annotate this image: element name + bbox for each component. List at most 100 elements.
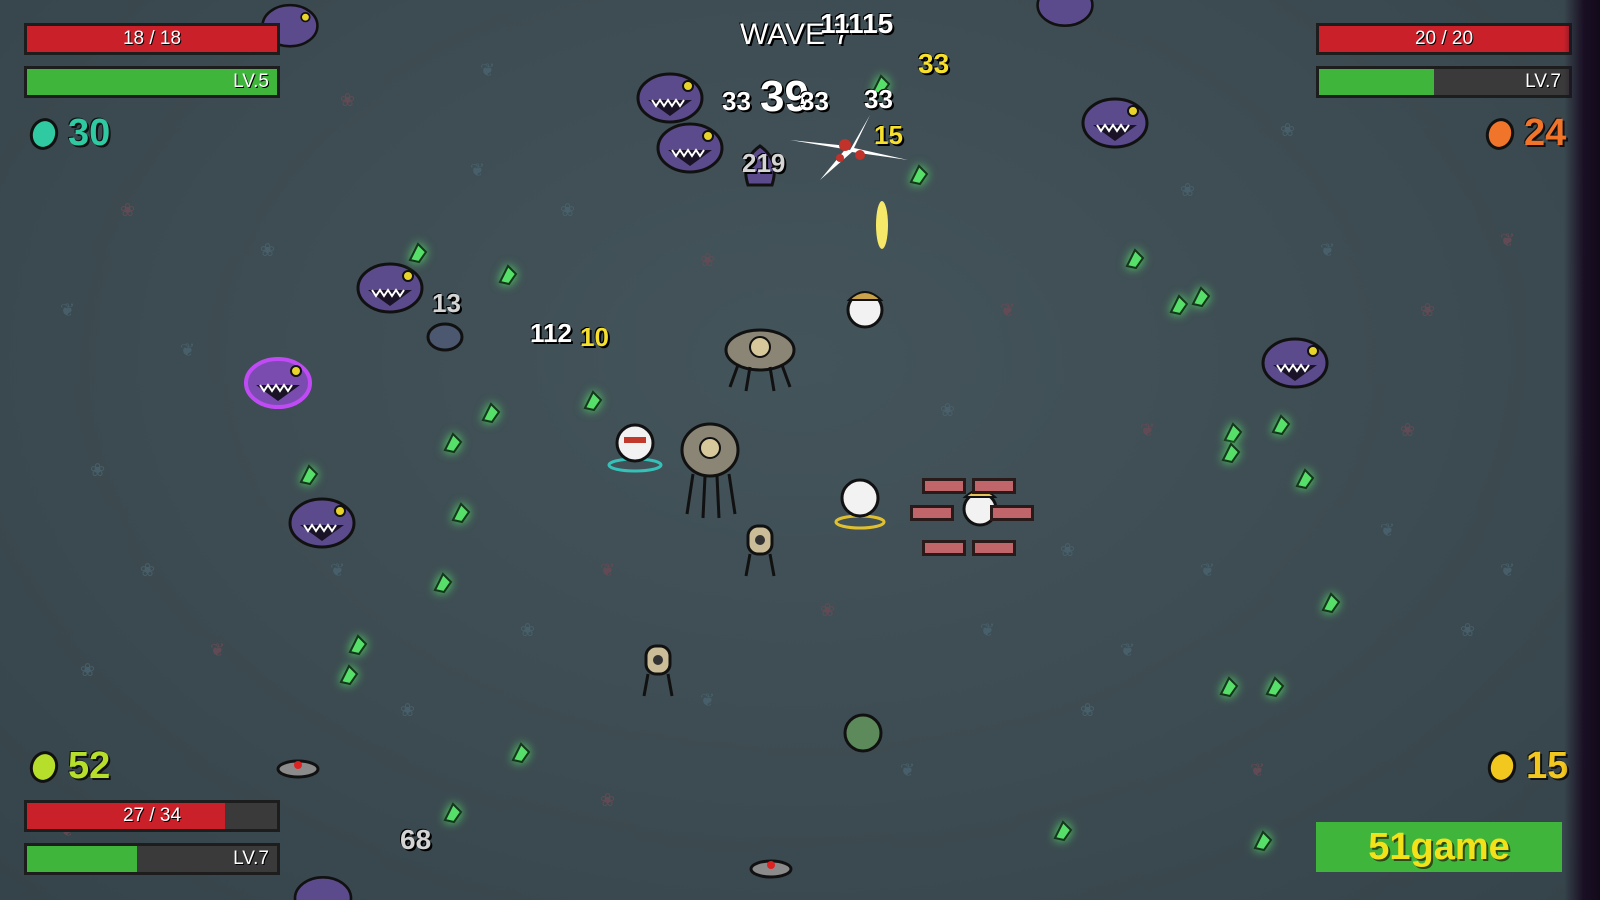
seaweed-decoration: ❀ bbox=[1060, 540, 1076, 561]
seaweed-decoration: ❀ bbox=[340, 90, 356, 111]
material-drop bbox=[1265, 676, 1285, 698]
seaweed-decoration: ❀ bbox=[140, 560, 156, 581]
seaweed-decoration: ❀ bbox=[80, 660, 96, 681]
player1-materials: 30 bbox=[25, 112, 111, 155]
watermark-logo: 51game bbox=[1316, 822, 1562, 872]
material-drop bbox=[1295, 468, 1315, 490]
level-text: LV.7 bbox=[1525, 71, 1561, 92]
damage-number: 33 bbox=[918, 48, 950, 79]
small-turret bbox=[642, 644, 674, 697]
player-gunner bbox=[834, 478, 886, 530]
brick bbox=[972, 540, 1016, 556]
materials-count: 15 bbox=[1526, 745, 1569, 787]
brick bbox=[922, 540, 966, 556]
material-icon bbox=[25, 113, 63, 154]
seaweed-decoration: ❀ bbox=[1280, 120, 1296, 141]
bullet-projectile bbox=[876, 201, 888, 249]
damage-number: 11115 bbox=[820, 8, 894, 39]
materials-count: 24 bbox=[1524, 112, 1567, 154]
material-drop bbox=[451, 502, 471, 524]
enemy-fish bbox=[1261, 337, 1329, 389]
player1-health-bar: 18 / 18 bbox=[24, 23, 280, 55]
seaweed-decoration: ❦ bbox=[1200, 560, 1216, 581]
seaweed-decoration: ❦ bbox=[980, 620, 996, 641]
seaweed-decoration: ❀ bbox=[1460, 620, 1476, 641]
enemy-fish bbox=[288, 497, 356, 549]
seaweed-decoration: ❦ bbox=[210, 640, 226, 661]
engineer-turret bbox=[680, 422, 740, 519]
map-boundary bbox=[1564, 0, 1600, 900]
seaweed-decoration: ❦ bbox=[1380, 520, 1396, 541]
material-drop bbox=[583, 390, 603, 412]
game-field: ❀❦❀❦❀❦❀❦❀❦❀❦❀❦❀❦❀❦❀❦❀❦❀❦❀❦❀❦❀❦❀❦❀❦❀❦❀❦❀❦… bbox=[0, 0, 1600, 900]
material-drop bbox=[1221, 442, 1241, 464]
damage-number: 33 bbox=[800, 86, 829, 116]
seaweed-decoration: ❦ bbox=[470, 160, 486, 181]
health-text: 27 / 34 bbox=[122, 805, 182, 826]
seaweed-decoration: ❦ bbox=[1120, 640, 1136, 661]
damage-number: 15 bbox=[874, 120, 903, 150]
player3-materials: 52 bbox=[25, 745, 111, 788]
health-text: 18 / 18 bbox=[122, 28, 182, 49]
level-text: LV.7 bbox=[233, 848, 269, 869]
seaweed-decoration: ❀ bbox=[90, 460, 106, 481]
materials-count: 52 bbox=[68, 745, 111, 787]
material-drop bbox=[1271, 414, 1291, 436]
player-ranger bbox=[846, 291, 884, 329]
brick bbox=[910, 505, 954, 521]
enemy-small-spirit bbox=[426, 322, 464, 352]
fruit-tree-consumable bbox=[843, 713, 883, 753]
material-drop bbox=[339, 664, 359, 686]
seaweed-decoration: ❦ bbox=[700, 690, 716, 711]
materials-count: 30 bbox=[68, 112, 111, 154]
player2-xp-bar: LV.7 bbox=[1316, 66, 1572, 98]
material-icon bbox=[1481, 113, 1519, 154]
seaweed-decoration: ❀ bbox=[560, 200, 576, 221]
enemy-fish bbox=[1081, 97, 1149, 149]
damage-number: 33 bbox=[864, 84, 893, 114]
material-drop bbox=[443, 432, 463, 454]
material-drop bbox=[511, 742, 531, 764]
material-drop bbox=[433, 572, 453, 594]
level-text: LV.5 bbox=[233, 71, 269, 92]
player-engineer bbox=[607, 423, 663, 473]
seaweed-decoration: ❦ bbox=[60, 300, 76, 321]
seaweed-decoration: ❦ bbox=[480, 60, 496, 81]
material-drop bbox=[1219, 676, 1239, 698]
brick bbox=[990, 505, 1034, 521]
health-text: 20 / 20 bbox=[1414, 28, 1474, 49]
player4-materials: 15 bbox=[1483, 745, 1569, 788]
seaweed-decoration: ❀ bbox=[1180, 180, 1196, 201]
brick bbox=[922, 478, 966, 494]
enemy-fish-elite bbox=[244, 357, 312, 409]
seaweed-decoration: ❦ bbox=[900, 760, 916, 781]
landmine bbox=[276, 759, 320, 779]
seaweed-decoration: ❦ bbox=[1500, 230, 1516, 251]
seaweed-decoration: ❀ bbox=[600, 790, 616, 811]
player2-health-bar: 20 / 20 bbox=[1316, 23, 1572, 55]
seaweed-decoration: ❀ bbox=[820, 600, 836, 621]
damage-number: 219 bbox=[742, 148, 786, 178]
material-drop bbox=[909, 164, 929, 186]
material-drop bbox=[299, 464, 319, 486]
enemy-fish bbox=[1036, 0, 1094, 27]
enemy-fish bbox=[293, 875, 353, 900]
brick bbox=[972, 478, 1016, 494]
player1-xp-bar: LV.5 bbox=[24, 66, 280, 98]
seaweed-decoration: ❦ bbox=[600, 560, 616, 581]
seaweed-decoration: ❀ bbox=[1400, 420, 1416, 441]
seaweed-decoration: ❀ bbox=[940, 400, 956, 421]
enemy-fish bbox=[656, 122, 724, 174]
seaweed-decoration: ❀ bbox=[400, 700, 416, 721]
material-drop bbox=[408, 242, 428, 264]
player3-health-bar: 27 / 34 bbox=[24, 800, 280, 832]
damage-number: 112 bbox=[530, 318, 572, 348]
seaweed-decoration: ❦ bbox=[330, 560, 346, 581]
player3-xp-bar: LV.7 bbox=[24, 843, 280, 875]
material-drop bbox=[1125, 248, 1145, 270]
material-drop bbox=[481, 402, 501, 424]
material-icon bbox=[25, 746, 63, 787]
damage-number: 33 bbox=[722, 86, 751, 116]
damage-number: 10 bbox=[580, 322, 609, 352]
seaweed-decoration: ❀ bbox=[1420, 300, 1436, 321]
